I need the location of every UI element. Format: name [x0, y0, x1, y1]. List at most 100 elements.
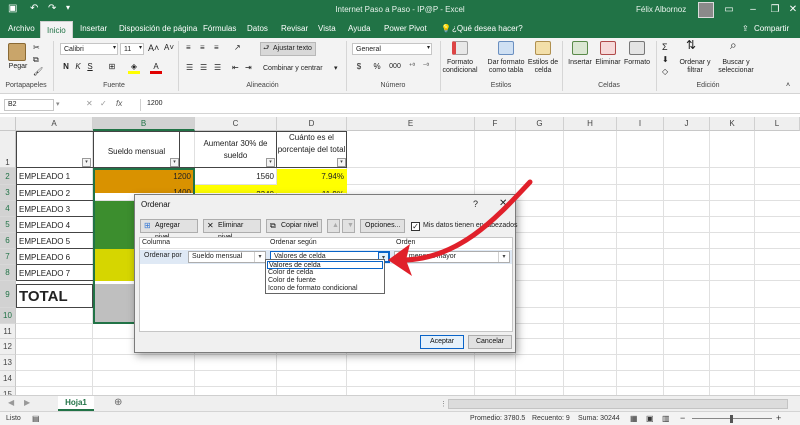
- column-header-a[interactable]: A: [16, 117, 93, 131]
- percent-button[interactable]: %: [372, 62, 382, 74]
- column-header-d[interactable]: D: [277, 117, 347, 131]
- cell-d2[interactable]: 7.94%: [277, 169, 347, 185]
- insert-function-icon[interactable]: fx: [116, 99, 122, 108]
- format-painter-icon[interactable]: 🖌: [33, 68, 43, 76]
- employee-cell[interactable]: EMPLEADO 4: [16, 217, 93, 233]
- copy-level-button[interactable]: ⧉ Copiar nivel: [266, 219, 322, 233]
- paste-icon[interactable]: [8, 43, 26, 61]
- employee-cell[interactable]: EMPLEADO 7: [16, 265, 93, 281]
- increase-indent-icon[interactable]: ⇥: [245, 64, 252, 72]
- minimize-icon[interactable]: –: [742, 2, 764, 18]
- column-header-g[interactable]: G: [516, 117, 564, 131]
- cut-icon[interactable]: ✂: [33, 44, 40, 52]
- row-header-2[interactable]: 2: [0, 168, 16, 185]
- row-header-14[interactable]: 14: [0, 371, 16, 387]
- column-header-l[interactable]: L: [755, 117, 800, 131]
- row-header-11[interactable]: 11: [0, 324, 16, 339]
- fill-color-icon[interactable]: ◈: [128, 62, 140, 74]
- decrease-decimal-icon[interactable]: ⁻⁰: [420, 62, 432, 74]
- filter-c-dropdown-icon[interactable]: ▾: [266, 158, 275, 167]
- employee-cell[interactable]: EMPLEADO 6: [16, 249, 93, 265]
- column-header-e[interactable]: E: [347, 117, 475, 131]
- row-header-4[interactable]: 4: [0, 201, 16, 217]
- align-top-icon[interactable]: ≡: [186, 44, 191, 52]
- thousands-button[interactable]: 000: [388, 62, 402, 74]
- column-header-b[interactable]: B: [93, 117, 195, 131]
- insert-cells-icon[interactable]: [572, 41, 588, 55]
- row-header-5[interactable]: 5: [0, 217, 16, 233]
- column-header-h[interactable]: H: [564, 117, 617, 131]
- tab-vista[interactable]: Vista: [318, 23, 336, 38]
- row-header-1[interactable]: 1: [0, 131, 16, 168]
- sort-on-dropdown-list[interactable]: Valores de celda Color de celda Color de…: [265, 259, 385, 294]
- cell-c1[interactable]: Aumentar 30% de sueldo: [195, 131, 277, 168]
- move-up-button[interactable]: ▲: [327, 219, 340, 233]
- zoom-in-icon[interactable]: +: [776, 413, 781, 423]
- tab-ayuda[interactable]: Ayuda: [348, 23, 371, 38]
- prev-sheet-icon[interactable]: ◀: [8, 398, 14, 407]
- sort-filter-button[interactable]: Ordenar y filtrar: [674, 59, 716, 75]
- share-icon[interactable]: ⇪: [742, 23, 749, 38]
- normal-view-icon[interactable]: ▦: [630, 414, 638, 423]
- increase-decimal-icon[interactable]: ⁺⁰: [406, 62, 418, 74]
- copy-icon[interactable]: ⧉: [33, 56, 39, 64]
- employee-cell[interactable]: EMPLEADO 5: [16, 233, 93, 249]
- employee-cell[interactable]: EMPLEADO 1: [16, 168, 93, 185]
- conditional-format-icon[interactable]: [452, 41, 468, 55]
- column-header-i[interactable]: I: [617, 117, 664, 131]
- name-box-dropdown-icon[interactable]: ▾: [56, 100, 60, 108]
- delete-cells-button[interactable]: Eliminar: [592, 59, 624, 67]
- avatar[interactable]: [698, 2, 714, 18]
- column-header-f[interactable]: F: [475, 117, 516, 131]
- tell-me-search[interactable]: ¿Qué desea hacer?: [452, 23, 523, 38]
- select-all-corner[interactable]: [0, 117, 16, 131]
- cancel-button[interactable]: Cancelar: [468, 335, 512, 349]
- tab-formulas[interactable]: Fórmulas: [203, 23, 236, 38]
- align-right-icon[interactable]: ☰: [214, 64, 221, 72]
- row-header-10[interactable]: 10: [0, 308, 16, 324]
- row-header-6[interactable]: 6: [0, 233, 16, 249]
- page-break-icon[interactable]: ▥: [662, 414, 670, 423]
- tab-datos[interactable]: Datos: [247, 23, 268, 38]
- page-layout-icon[interactable]: ▣: [646, 414, 654, 423]
- cell-d3[interactable]: 11.9%: [277, 185, 347, 193]
- currency-button[interactable]: $: [354, 62, 364, 74]
- zoom-slider-thumb[interactable]: [730, 415, 733, 423]
- row-header-3[interactable]: 3: [0, 185, 16, 201]
- zoom-out-icon[interactable]: −: [680, 413, 685, 423]
- format-as-table-icon[interactable]: [498, 41, 514, 55]
- cell-b1[interactable]: Sueldo mensual: [93, 131, 180, 168]
- delete-level-button[interactable]: ✕Eliminar nivel: [203, 219, 261, 241]
- merge-center-button[interactable]: Combinar y centrar: [263, 65, 323, 73]
- align-bottom-icon[interactable]: ≡: [214, 44, 219, 52]
- share-button[interactable]: Compartir: [754, 23, 789, 38]
- align-center-icon[interactable]: ☰: [200, 64, 207, 72]
- tab-disposicion[interactable]: Disposición de página: [119, 23, 197, 38]
- row-header-13[interactable]: 13: [0, 355, 16, 371]
- format-as-table-button[interactable]: Dar formato como tabla: [482, 59, 530, 75]
- row-header-15[interactable]: 15: [0, 387, 16, 395]
- next-sheet-icon[interactable]: ▶: [24, 398, 30, 407]
- option-font-color[interactable]: Color de fuente: [267, 277, 383, 285]
- add-level-button[interactable]: ⊞Agregar nivel: [140, 219, 198, 241]
- option-cell-values[interactable]: Valores de celda: [267, 261, 383, 269]
- cancel-entry-icon[interactable]: ✕: [86, 99, 93, 108]
- font-size-select[interactable]: 11 ▾: [120, 43, 144, 55]
- underline-button[interactable]: S: [86, 62, 94, 74]
- font-name-select[interactable]: Calibri ▾: [60, 43, 118, 55]
- add-sheet-icon[interactable]: ⊕: [114, 397, 122, 408]
- cell-styles-icon[interactable]: [535, 41, 551, 55]
- tab-split-icon[interactable]: ⋮: [440, 400, 447, 408]
- fill-icon[interactable]: ⬇: [662, 56, 669, 64]
- sort-column-select[interactable]: Sueldo mensual ▾: [188, 251, 266, 263]
- employee-cell[interactable]: EMPLEADO 2: [16, 185, 93, 201]
- find-select-icon[interactable]: ⌕: [730, 39, 737, 51]
- italic-button[interactable]: K: [74, 62, 82, 74]
- font-color-icon[interactable]: A: [150, 62, 162, 74]
- option-conditional-icon[interactable]: Icono de formato condicional: [267, 285, 383, 293]
- wrap-text-button[interactable]: ⮐ Ajustar texto: [260, 42, 316, 56]
- column-header-k[interactable]: K: [710, 117, 755, 131]
- align-left-icon[interactable]: ☰: [186, 64, 193, 72]
- accept-button[interactable]: Aceptar: [420, 335, 464, 349]
- filter-d-dropdown-icon[interactable]: ▾: [337, 158, 346, 167]
